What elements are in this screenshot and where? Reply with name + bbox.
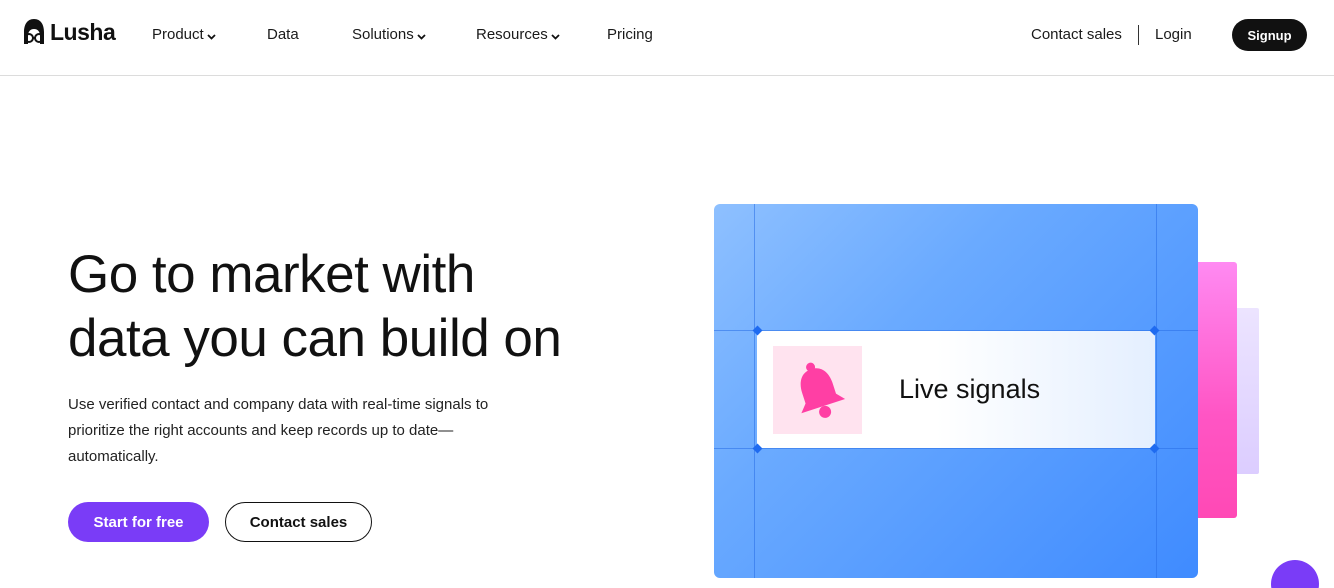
chevron-down-icon	[207, 33, 216, 40]
nav-contact-sales-link[interactable]: Contact sales	[1031, 25, 1122, 45]
grid-line-horizontal	[714, 448, 1198, 449]
hero-subtitle: Use verified contact and company data wi…	[68, 396, 489, 465]
top-navbar: Lusha Product Data Solutions Resources P…	[0, 0, 1334, 76]
hero-title-line-1: Go to market with	[68, 245, 475, 304]
login-link[interactable]: Login	[1155, 25, 1192, 45]
chevron-down-icon	[551, 33, 560, 40]
live-signals-label: Live signals	[899, 374, 1041, 404]
nav-product[interactable]: Product	[152, 25, 216, 45]
illustration-blue-card: Live signals	[714, 204, 1198, 578]
nav-divider	[1138, 25, 1139, 45]
nav-pricing-label: Pricing	[607, 26, 653, 43]
nav-pricing[interactable]: Pricing	[607, 25, 653, 45]
hero-contact-sales-button[interactable]: Contact sales	[225, 502, 372, 542]
hero-illustration: Live signals	[714, 204, 1259, 578]
nav-resources[interactable]: Resources	[476, 25, 560, 45]
nav-data[interactable]: Data	[267, 25, 299, 45]
signup-button[interactable]: Signup	[1232, 19, 1307, 51]
chevron-down-icon	[417, 33, 426, 40]
start-for-free-button[interactable]: Start for free	[68, 502, 209, 542]
nav-resources-label: Resources	[476, 26, 548, 43]
lusha-logo-icon	[24, 19, 44, 44]
grid-line-vertical	[1156, 204, 1157, 578]
nav-product-label: Product	[152, 26, 204, 43]
grid-line-vertical	[754, 204, 755, 578]
hero-title: Go to market with data you can build on	[68, 243, 628, 371]
nav-data-label: Data	[267, 26, 299, 43]
chat-widget-button[interactable]	[1271, 560, 1319, 588]
bell-icon	[800, 362, 845, 418]
lusha-logo[interactable]: Lusha	[22, 18, 116, 46]
live-signals-card: Live signals	[757, 331, 1155, 448]
nav-solutions-label: Solutions	[352, 26, 414, 43]
bell-icon-box	[773, 346, 862, 434]
brand-name: Lusha	[50, 18, 116, 45]
nav-solutions[interactable]: Solutions	[352, 25, 426, 45]
hero-title-line-2: data you can build on	[68, 309, 562, 368]
